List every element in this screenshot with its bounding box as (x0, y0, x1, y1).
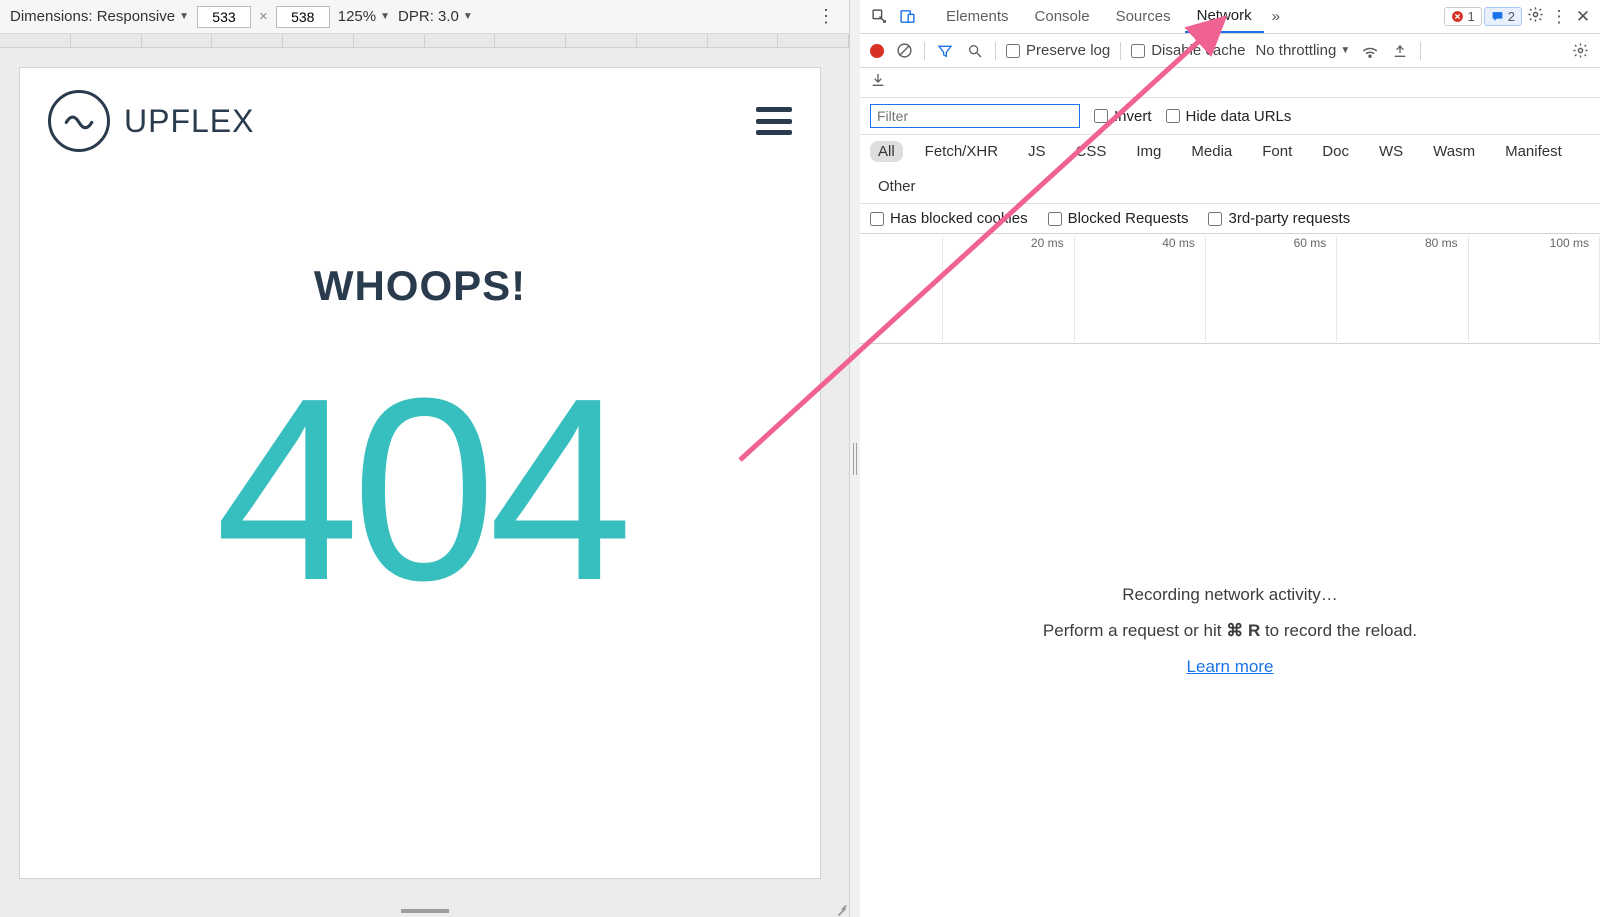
type-pill-all[interactable]: All (870, 141, 903, 162)
search-icon[interactable] (965, 41, 985, 61)
width-input[interactable] (197, 6, 251, 28)
message-count: 2 (1508, 9, 1515, 24)
tab-elements[interactable]: Elements (934, 2, 1021, 31)
request-type-filter-row: All Fetch/XHR JS CSS Img Media Font Doc … (860, 135, 1600, 204)
device-toolbar: Dimensions: Responsive ▼ × 125% ▼ DPR: 3… (0, 0, 849, 34)
more-tabs-icon[interactable]: » (1266, 4, 1286, 29)
type-pill-other[interactable]: Other (870, 176, 924, 197)
timeline-mark: 80 ms (1337, 236, 1468, 342)
empty-title: Recording network activity… (1122, 585, 1337, 605)
timeline-mark: 20 ms (943, 236, 1074, 342)
tab-console[interactable]: Console (1023, 2, 1102, 31)
type-pill-media[interactable]: Media (1183, 141, 1240, 162)
type-pill-fetchxhr[interactable]: Fetch/XHR (917, 141, 1006, 162)
resize-handle-bottom[interactable] (401, 909, 449, 913)
has-blocked-cookies-label: Has blocked cookies (890, 210, 1028, 227)
blocked-requests-checkbox[interactable]: Blocked Requests (1048, 210, 1189, 227)
dpr-dropdown[interactable]: DPR: 3.0 ▼ (398, 8, 473, 25)
dpr-label: DPR: 3.0 (398, 8, 459, 25)
error-heading: WHOOPS! (20, 262, 820, 310)
disable-cache-label: Disable cache (1151, 42, 1245, 59)
toggle-device-toolbar-icon[interactable] (894, 4, 920, 30)
settings-gear-icon[interactable] (1524, 6, 1546, 28)
timeline-mark: 100 ms (1469, 236, 1600, 342)
caret-down-icon: ▼ (380, 11, 390, 22)
type-pill-img[interactable]: Img (1128, 141, 1169, 162)
message-badge[interactable]: 2 (1484, 7, 1522, 26)
type-pill-doc[interactable]: Doc (1314, 141, 1357, 162)
inspect-element-icon[interactable] (866, 4, 892, 30)
preserve-log-checkbox[interactable]: Preserve log (1006, 42, 1110, 59)
empty-hint: Perform a request or hit ⌘ R to record t… (1043, 621, 1417, 641)
hamburger-menu-icon[interactable] (756, 107, 792, 135)
tab-sources[interactable]: Sources (1104, 2, 1183, 31)
throttling-dropdown[interactable]: No throttling ▼ (1255, 42, 1350, 59)
brand[interactable]: UPFLEX (48, 90, 254, 152)
resize-handle-corner[interactable] (833, 901, 847, 915)
learn-more-link[interactable]: Learn more (1187, 657, 1274, 677)
caret-down-icon: ▼ (179, 11, 189, 22)
network-toolbar: Preserve log Disable cache No throttling… (860, 34, 1600, 68)
record-icon[interactable] (870, 44, 884, 58)
disable-cache-checkbox[interactable]: Disable cache (1131, 42, 1245, 59)
device-frame: UPFLEX WHOOPS! 404 (20, 68, 820, 878)
type-pill-font[interactable]: Font (1254, 141, 1300, 162)
dimensions-label: Dimensions: Responsive (10, 8, 175, 25)
import-har-icon[interactable] (1390, 41, 1410, 61)
devtools-menu-icon[interactable]: ⋮ (1548, 7, 1570, 27)
pane-splitter[interactable] (850, 0, 860, 917)
network-timeline[interactable]: 20 ms 40 ms 60 ms 80 ms 100 ms (860, 234, 1600, 344)
third-party-label: 3rd-party requests (1228, 210, 1350, 227)
export-har-icon[interactable] (870, 72, 886, 93)
zoom-label: 125% (338, 8, 376, 25)
close-devtools-icon[interactable]: ✕ (1572, 7, 1594, 27)
caret-down-icon: ▼ (463, 11, 473, 22)
type-pill-manifest[interactable]: Manifest (1497, 141, 1570, 162)
viewport-area: UPFLEX WHOOPS! 404 (0, 48, 849, 917)
devtools-tab-bar: Elements Console Sources Network » 1 2 ⋮… (860, 0, 1600, 34)
filter-icon[interactable] (935, 41, 955, 61)
brand-logo-icon (48, 90, 110, 152)
filter-input[interactable] (870, 104, 1080, 128)
invert-checkbox[interactable]: Invert (1094, 108, 1152, 125)
height-input[interactable] (276, 6, 330, 28)
error-code: 404 (20, 360, 820, 620)
type-pill-wasm[interactable]: Wasm (1425, 141, 1483, 162)
timeline-mark: 60 ms (1206, 236, 1337, 342)
dimensions-dropdown[interactable]: Dimensions: Responsive ▼ (10, 8, 189, 25)
zoom-dropdown[interactable]: 125% ▼ (338, 8, 390, 25)
preserve-log-label: Preserve log (1026, 42, 1110, 59)
filter-row: Invert Hide data URLs (860, 98, 1600, 135)
caret-down-icon: ▼ (1340, 45, 1350, 56)
invert-label: Invert (1114, 108, 1152, 125)
error-count: 1 (1468, 9, 1475, 24)
network-empty-state: Recording network activity… Perform a re… (860, 344, 1600, 917)
brand-text: UPFLEX (124, 103, 254, 140)
third-party-checkbox[interactable]: 3rd-party requests (1208, 210, 1350, 227)
network-settings-gear-icon[interactable] (1570, 41, 1590, 61)
blocked-requests-label: Blocked Requests (1068, 210, 1189, 227)
ruler-bar (0, 34, 849, 48)
device-toolbar-menu-icon[interactable]: ⋮ (813, 6, 839, 27)
additional-filters-row: Has blocked cookies Blocked Requests 3rd… (860, 204, 1600, 234)
tab-network[interactable]: Network (1185, 1, 1264, 33)
type-pill-js[interactable]: JS (1020, 141, 1054, 162)
type-pill-css[interactable]: CSS (1068, 141, 1115, 162)
has-blocked-cookies-checkbox[interactable]: Has blocked cookies (870, 210, 1028, 227)
network-toolbar-row2 (860, 68, 1600, 98)
dimension-separator: × (259, 8, 268, 25)
hide-data-urls-checkbox[interactable]: Hide data URLs (1166, 108, 1292, 125)
throttling-label: No throttling (1255, 42, 1336, 59)
timeline-mark: 40 ms (1075, 236, 1206, 342)
clear-icon[interactable] (894, 41, 914, 61)
page-header: UPFLEX (20, 68, 820, 152)
type-pill-ws[interactable]: WS (1371, 141, 1411, 162)
hide-data-urls-label: Hide data URLs (1186, 108, 1292, 125)
network-conditions-icon[interactable] (1360, 41, 1380, 61)
error-badge[interactable]: 1 (1444, 7, 1482, 26)
